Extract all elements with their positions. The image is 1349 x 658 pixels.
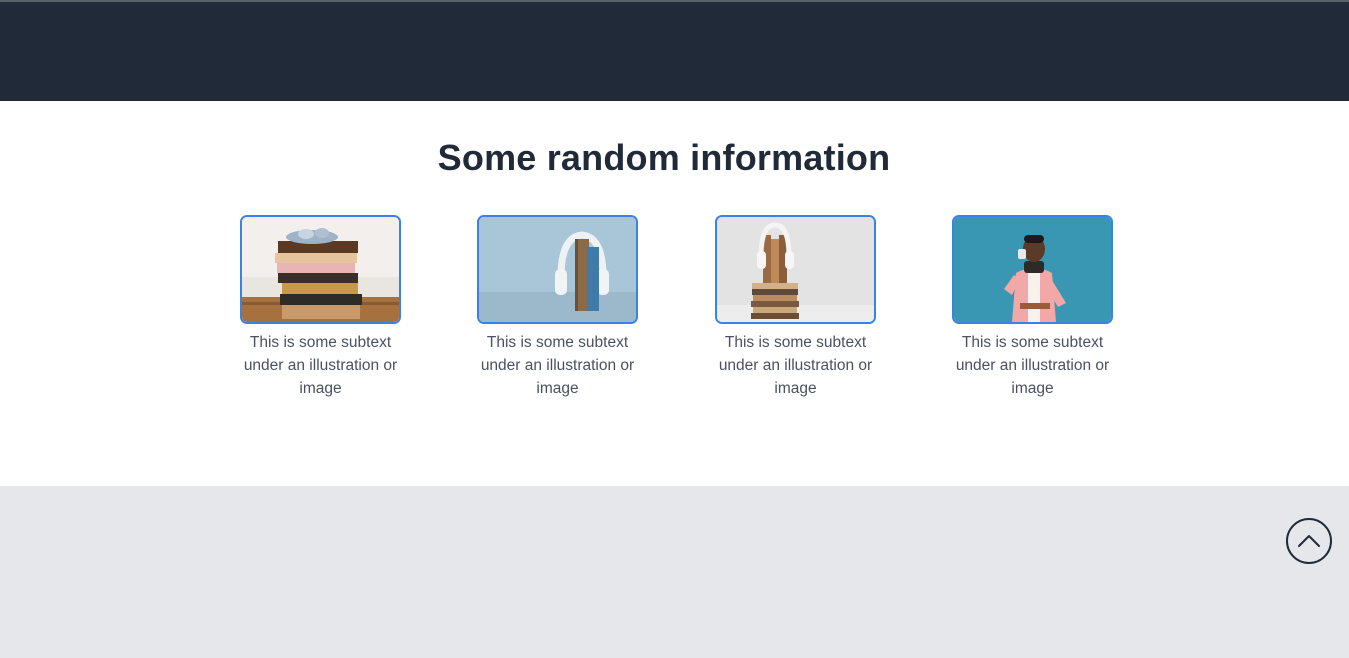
stacked-books-image: [242, 217, 399, 322]
info-card: This is some subtext under an illustrati…: [715, 215, 876, 400]
scroll-to-top-button[interactable]: [1286, 518, 1332, 564]
card-caption: This is some subtext under an illustrati…: [955, 334, 1110, 397]
site-footer: [0, 486, 1349, 658]
info-card: This is some subtext under an illustrati…: [952, 215, 1113, 400]
chevron-up-icon: [1298, 535, 1320, 547]
info-card: This is some subtext under an illustrati…: [240, 215, 401, 400]
man-reading-image: [954, 217, 1111, 322]
info-section: Some random information This is some sub…: [0, 101, 1349, 486]
headphones-book-stack-image: [717, 217, 874, 322]
info-card: This is some subtext under an illustrati…: [477, 215, 638, 400]
card-image[interactable]: [477, 215, 638, 324]
card-image[interactable]: [952, 215, 1113, 324]
site-header: [0, 2, 1349, 101]
card-caption: This is some subtext under an illustrati…: [243, 334, 398, 397]
card-caption: This is some subtext under an illustrati…: [480, 334, 635, 397]
card-image[interactable]: [715, 215, 876, 324]
section-title: Some random information: [437, 137, 891, 178]
headphones-book-image: [479, 217, 636, 322]
card-image[interactable]: [240, 215, 401, 324]
card-caption: This is some subtext under an illustrati…: [718, 334, 873, 397]
